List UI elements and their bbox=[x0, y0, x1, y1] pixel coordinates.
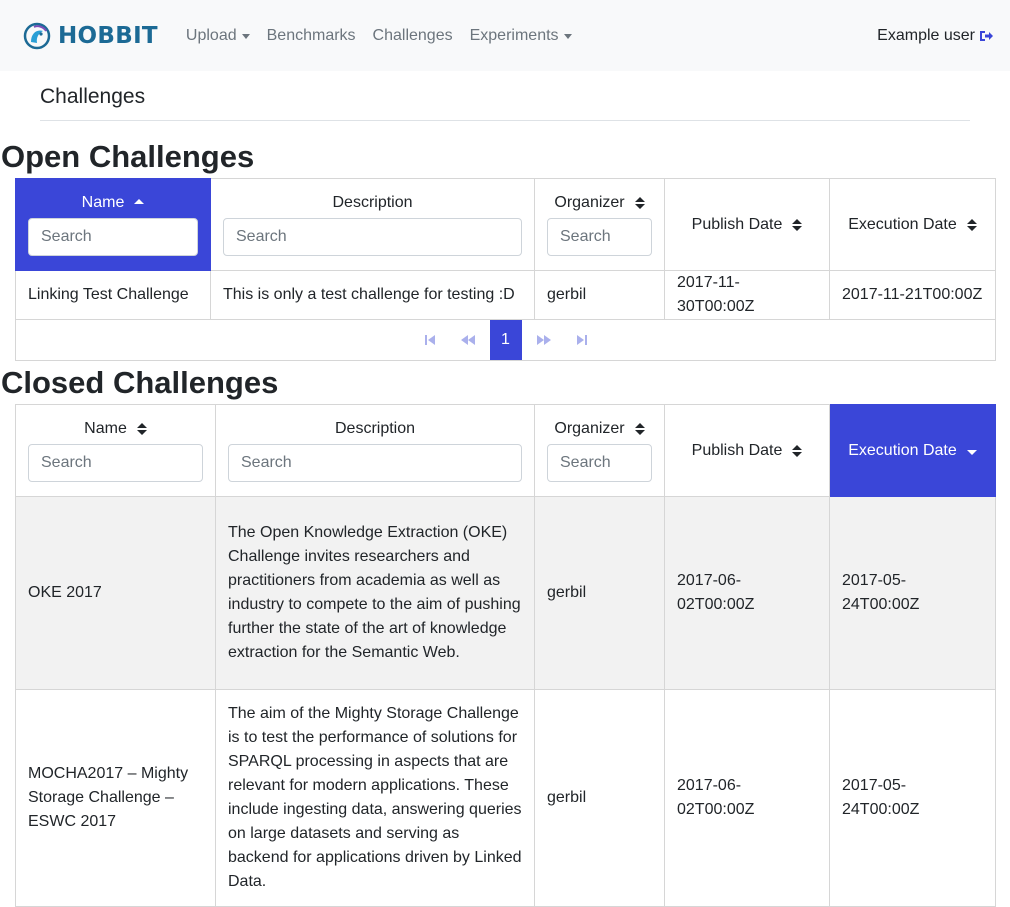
cell-organizer: gerbil bbox=[534, 270, 665, 320]
user-logout-link[interactable]: Example user bbox=[877, 0, 994, 71]
cell-publish-date: 2017-11-30T00:00Z bbox=[664, 270, 830, 320]
rewind-icon bbox=[460, 335, 475, 345]
column-execution-label: Execution Date bbox=[848, 215, 957, 233]
organizer-search-input[interactable] bbox=[547, 217, 652, 256]
cell-execution-date: 2017-11-21T00:00Z bbox=[829, 270, 996, 320]
sort-desc-icon bbox=[966, 449, 977, 455]
column-header-name[interactable]: Name bbox=[15, 178, 211, 271]
column-header-description: Description bbox=[215, 404, 535, 497]
sign-out-icon bbox=[980, 30, 993, 41]
next-page-button[interactable] bbox=[528, 320, 560, 360]
description-search-input[interactable] bbox=[228, 443, 522, 482]
description-search-input[interactable] bbox=[223, 217, 522, 256]
column-header-execution-date[interactable]: Execution Date bbox=[829, 178, 996, 271]
column-name-label: Name bbox=[81, 193, 125, 211]
page-1-button[interactable]: 1 bbox=[489, 320, 522, 360]
nav-benchmarks-label: Benchmarks bbox=[266, 26, 356, 44]
brand-name: HOBBIT bbox=[58, 22, 158, 49]
page-title: Challenges bbox=[40, 85, 970, 121]
cell-organizer: gerbil bbox=[534, 689, 665, 907]
sort-icon bbox=[966, 218, 977, 231]
first-page-button[interactable] bbox=[414, 320, 446, 360]
column-header-organizer[interactable]: Organizer bbox=[534, 404, 665, 497]
nav-experiments-label: Experiments bbox=[469, 26, 559, 44]
cell-publish-date: 2017-06-02T00:00Z bbox=[664, 689, 830, 907]
fast-forward-icon bbox=[536, 335, 551, 345]
column-publish-label: Publish Date bbox=[691, 215, 783, 233]
column-publish-label: Publish Date bbox=[691, 441, 783, 459]
organizer-search-input[interactable] bbox=[547, 443, 652, 482]
sort-icon bbox=[634, 196, 645, 209]
pagination: 1 bbox=[15, 319, 996, 361]
table-row[interactable]: OKE 2017 The Open Knowledge Extraction (… bbox=[15, 496, 996, 690]
cell-organizer: gerbil bbox=[534, 496, 665, 690]
last-page-icon bbox=[576, 335, 587, 345]
nav-benchmarks[interactable]: Benchmarks bbox=[267, 27, 356, 45]
column-name-label: Name bbox=[84, 419, 127, 437]
column-organizer-label: Organizer bbox=[554, 419, 625, 437]
open-challenges-heading: Open Challenges bbox=[1, 139, 255, 174]
hobbit-logo-icon bbox=[23, 22, 51, 49]
cell-name: Linking Test Challenge bbox=[15, 270, 211, 320]
closed-challenges-table: Name Description Organizer Publish Date bbox=[15, 404, 996, 907]
name-search-input[interactable] bbox=[28, 217, 198, 256]
brand-link[interactable]: HOBBIT bbox=[22, 21, 158, 51]
column-header-description: Description bbox=[210, 178, 535, 271]
user-name: Example user bbox=[877, 26, 975, 44]
column-header-publish-date[interactable]: Publish Date bbox=[664, 178, 830, 271]
prev-page-button[interactable] bbox=[452, 320, 484, 360]
name-search-input[interactable] bbox=[28, 443, 203, 482]
column-header-name[interactable]: Name bbox=[15, 404, 216, 497]
cell-description: The aim of the Mighty Storage Challenge … bbox=[215, 689, 535, 907]
column-header-execution-date[interactable]: Execution Date bbox=[829, 404, 996, 497]
sort-icon bbox=[792, 444, 803, 457]
column-header-publish-date[interactable]: Publish Date bbox=[664, 404, 830, 497]
column-organizer-label: Organizer bbox=[554, 193, 625, 211]
cell-execution-date: 2017-05-24T00:00Z bbox=[829, 496, 996, 690]
open-challenges-table: Name Description Organizer Publish Date bbox=[15, 178, 996, 361]
column-description-label: Description bbox=[332, 193, 413, 211]
closed-challenges-heading: Closed Challenges bbox=[1, 365, 279, 400]
nav-challenges-label: Challenges bbox=[372, 26, 453, 44]
last-page-button[interactable] bbox=[566, 320, 598, 360]
top-navbar: HOBBIT Upload Benchmarks Challenges Expe… bbox=[0, 0, 1010, 71]
nav-experiments[interactable]: Experiments bbox=[470, 27, 572, 45]
chevron-down-icon bbox=[563, 34, 572, 39]
chevron-down-icon bbox=[241, 34, 250, 39]
cell-name: OKE 2017 bbox=[15, 496, 216, 690]
nav-upload-label: Upload bbox=[185, 26, 237, 44]
nav-upload[interactable]: Upload bbox=[186, 27, 250, 45]
sort-asc-icon bbox=[134, 198, 145, 204]
column-header-organizer[interactable]: Organizer bbox=[534, 178, 665, 271]
sort-icon bbox=[792, 218, 803, 231]
sort-icon bbox=[634, 422, 645, 435]
cell-description: The Open Knowledge Extraction (OKE) Chal… bbox=[215, 496, 535, 690]
cell-name: MOCHA2017 – Mighty Storage Challenge – E… bbox=[15, 689, 216, 907]
cell-execution-date: 2017-05-24T00:00Z bbox=[829, 689, 996, 907]
column-execution-label: Execution Date bbox=[848, 441, 957, 459]
nav-challenges[interactable]: Challenges bbox=[373, 27, 453, 45]
column-description-label: Description bbox=[334, 419, 416, 437]
first-page-icon bbox=[424, 335, 435, 345]
cell-description: This is only a test challenge for testin… bbox=[210, 270, 535, 320]
cell-publish-date: 2017-06-02T00:00Z bbox=[664, 496, 830, 690]
table-row[interactable]: MOCHA2017 – Mighty Storage Challenge – E… bbox=[15, 689, 996, 907]
sort-icon bbox=[136, 422, 147, 435]
table-row[interactable]: Linking Test Challenge This is only a te… bbox=[15, 270, 996, 320]
